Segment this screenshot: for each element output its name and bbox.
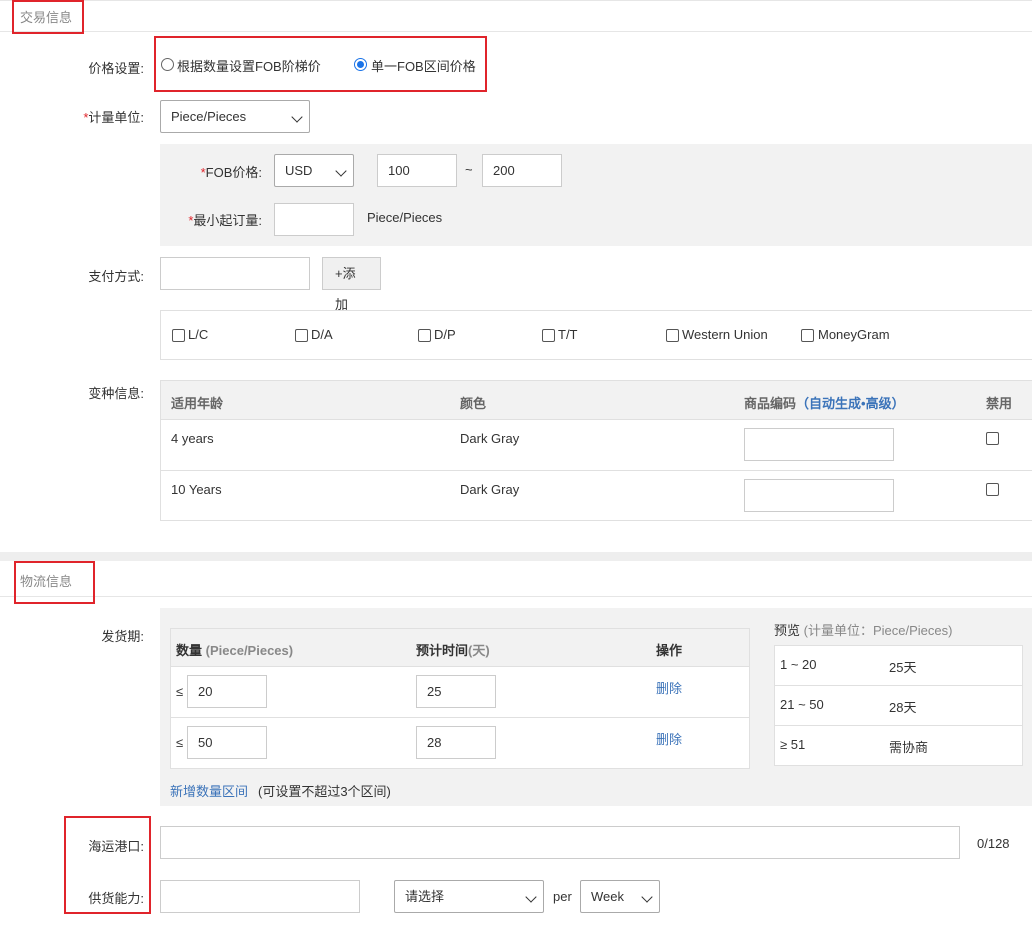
section-separator [0,552,1032,561]
moq-input[interactable] [274,203,354,236]
preview-title: 预览 (计量单位：Piece/Pieces) [774,623,953,638]
le-symbol: ≤ [176,684,184,699]
header-operation: 操作 [656,643,683,658]
preview-days: 25天 [889,660,917,675]
divider [775,685,1022,686]
range-tilde: ~ [465,162,473,177]
preview-days: 需协商 [889,740,929,755]
delivery-qty-input[interactable]: 50 [187,726,267,759]
variant-row-age: 10 Years [171,482,222,497]
port-input[interactable] [160,826,960,859]
delivery-days-input[interactable]: 28 [416,726,496,759]
trade-section-header: 交易信息 [0,0,1032,32]
add-range-link[interactable]: 新增数量区间 [170,781,248,800]
delete-link[interactable]: 删除 [656,729,682,748]
preview-range: 1 ~ 20 [780,657,817,672]
port-label: 海运港口: [88,839,144,854]
price-setting-label: 价格设置: [88,61,144,76]
radio-single-price-label[interactable]: 单一FOB区间价格 [371,56,476,75]
divider [775,725,1022,726]
add-payment-button[interactable]: +添加 [322,257,381,312]
delivery-days-input[interactable]: 25 [416,675,496,708]
radio-tiered-price-label[interactable]: 根据数量设置FOB阶梯价 [177,56,321,75]
delete-link[interactable]: 删除 [656,678,682,697]
variant-disable-checkbox[interactable] [986,432,999,445]
highlight-box-trade-title [12,0,84,34]
payment-methods-box [160,310,1032,360]
fob-min-input[interactable]: 100 [377,154,457,187]
advanced-link[interactable]: 高级 [866,396,892,411]
variant-row-age: 4 years [171,431,214,446]
header-age: 适用年龄 [171,396,224,411]
variants-label: 变种信息: [88,386,144,401]
payment-moneygram-label[interactable]: MoneyGram [818,327,890,342]
add-range-note: (可设置不超过3个区间) [258,784,391,799]
delivery-label: 发货期: [101,629,144,644]
radio-tiered-price[interactable] [161,58,174,71]
supply-label: 供货能力: [88,891,144,906]
payment-input[interactable] [160,257,310,290]
checkbox-western-union[interactable] [666,329,679,342]
per-label: per [553,889,572,904]
chevron-down-icon [641,891,653,903]
chevron-down-icon [335,165,347,177]
checkbox-tt[interactable] [542,329,555,342]
header-color: 颜色 [460,396,487,411]
auto-generate-link[interactable]: 自动生成 [809,396,861,411]
unit-select[interactable]: Piece/Pieces [160,100,310,133]
variant-code-input[interactable] [744,479,894,512]
delivery-qty-input[interactable]: 20 [187,675,267,708]
checkbox-da[interactable] [295,329,308,342]
moq-label: *最小起订量: [188,213,262,228]
radio-single-price[interactable] [354,58,367,71]
payment-label: 支付方式: [88,269,144,284]
checkbox-dp[interactable] [418,329,431,342]
supply-period-select[interactable]: Week [580,880,660,913]
port-counter: 0/128 [977,836,1010,851]
divider [161,470,1032,471]
checkbox-lc[interactable] [172,329,185,342]
payment-da-label[interactable]: D/A [311,327,333,342]
variant-row-color: Dark Gray [460,482,520,497]
le-symbol: ≤ [176,735,184,750]
logistics-section-header: 物流信息 [0,561,1032,597]
header-time: 预计时间(天) [416,643,490,658]
supply-unit-select[interactable]: 请选择 [394,880,544,913]
preview-range: 21 ~ 50 [780,697,824,712]
preview-range: ≥ 51 [780,737,806,752]
currency-select[interactable]: USD [274,154,354,187]
checkbox-moneygram[interactable] [801,329,814,342]
header-disable: 禁用 [986,396,1013,411]
chevron-down-icon [291,111,303,123]
divider [161,419,1032,420]
divider [171,666,749,667]
preview-days: 28天 [889,700,917,715]
payment-dp-label[interactable]: D/P [434,327,456,342]
payment-tt-label[interactable]: T/T [558,327,578,342]
unit-label: *计量单位: [83,110,144,125]
variant-row-color: Dark Gray [460,431,520,446]
header-qty: 数量 (Piece/Pieces) [176,643,294,658]
payment-lc-label[interactable]: L/C [188,327,208,342]
fob-label: *FOB价格: [200,165,262,180]
moq-unit: Piece/Pieces [367,210,443,225]
chevron-down-icon [525,891,537,903]
fob-max-input[interactable]: 200 [482,154,562,187]
divider [171,717,749,718]
supply-input[interactable] [160,880,360,913]
header-code: 商品编码（自动生成•高级） [744,396,905,411]
highlight-box-logistics-title [14,561,95,604]
payment-western-union-label[interactable]: Western Union [682,327,768,342]
variant-code-input[interactable] [744,428,894,461]
variant-disable-checkbox[interactable] [986,483,999,496]
